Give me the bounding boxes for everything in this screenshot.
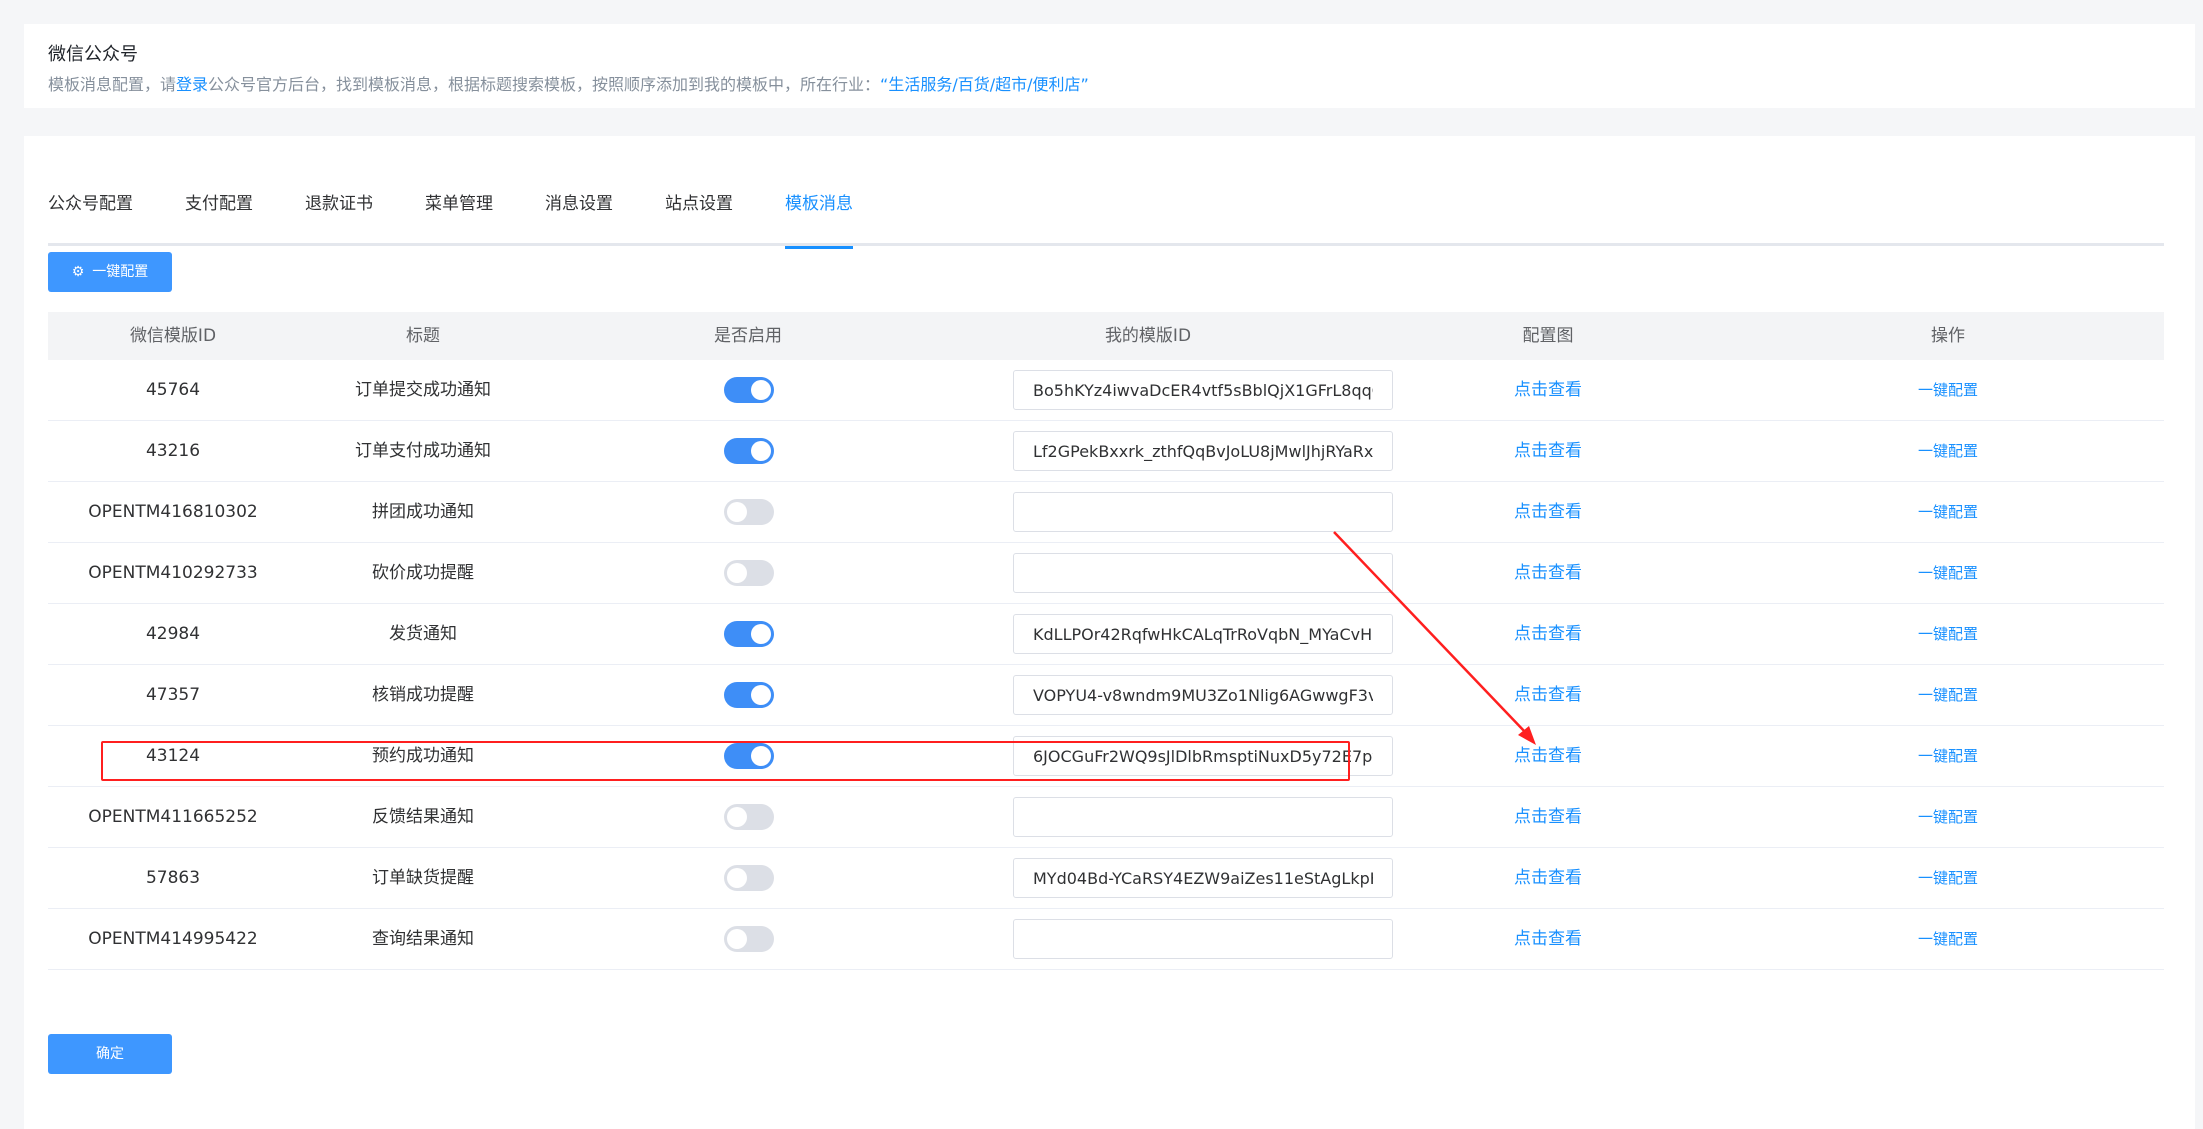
- annotation-arrow: [1333, 531, 1536, 745]
- arrow-line: [1333, 531, 1527, 734]
